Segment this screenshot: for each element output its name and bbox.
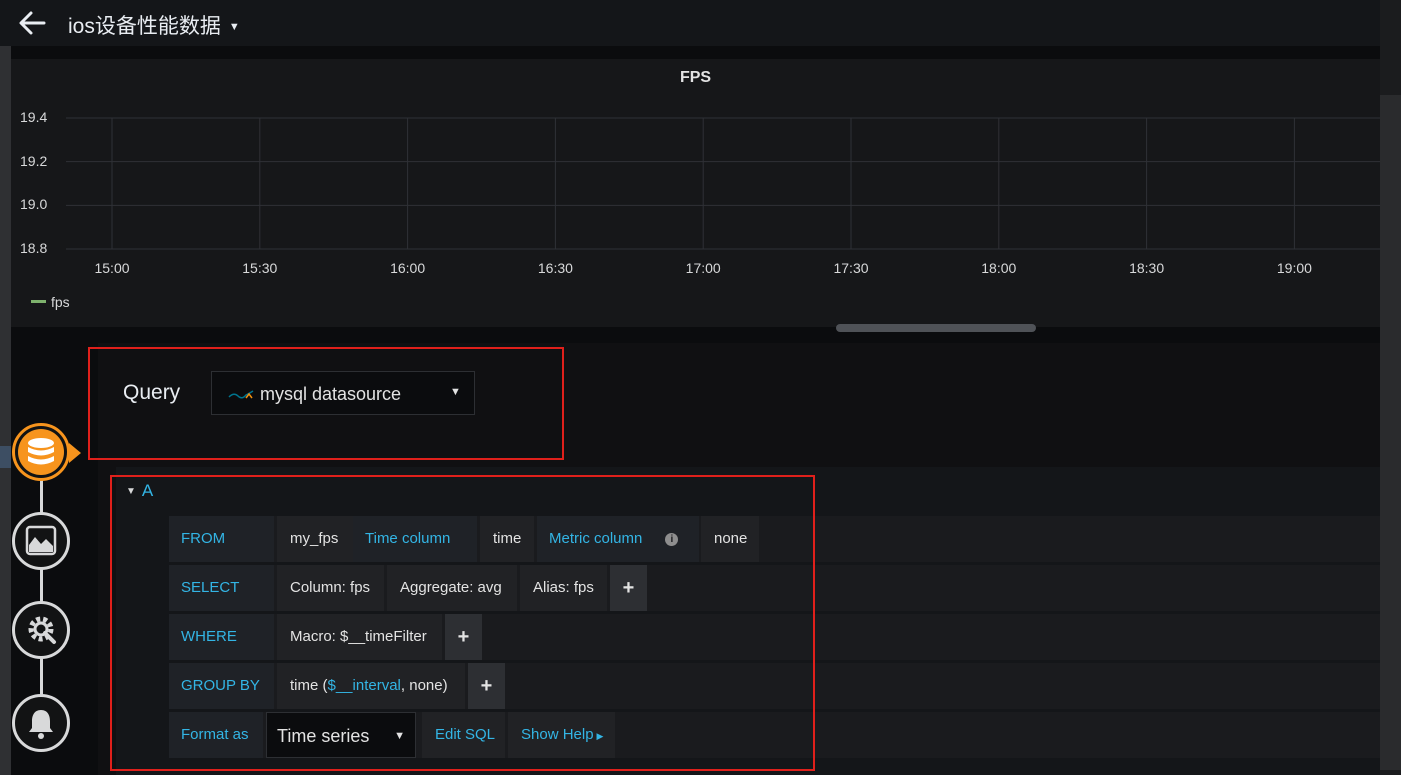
select-add-button[interactable]: + [610, 565, 647, 611]
where-row: WHERE Macro: $__timeFilter + [169, 614, 1380, 660]
top-navbar: ios设备性能数据 ▼ [0, 0, 1380, 46]
back-arrow-icon[interactable] [16, 6, 50, 40]
metric-column-label: Metric column i [537, 516, 699, 562]
edit-sql-button[interactable]: Edit SQL [422, 712, 505, 758]
x-tick-label: 17:00 [685, 260, 721, 276]
active-step-pointer [69, 443, 81, 463]
group-by-time[interactable]: time ($__interval, none) [277, 663, 465, 709]
datasource-name: mysql datasource [260, 384, 402, 404]
x-tick-label: 16:30 [537, 260, 573, 276]
select-aggregate[interactable]: Aggregate: avg [387, 565, 517, 611]
x-tick-label: 19:00 [1276, 260, 1312, 276]
left-window-edge [0, 46, 11, 775]
group-by-keyword: GROUP BY [169, 663, 274, 709]
x-tick-label: 18:30 [1129, 260, 1165, 276]
format-row: Format as Time series ▼ Edit SQL Show Hel… [169, 712, 1380, 758]
datasource-picker[interactable]: mysql datasource ▼ [211, 371, 475, 415]
select-column[interactable]: Column: fps [277, 565, 384, 611]
step-general-settings[interactable] [12, 601, 70, 659]
where-keyword: WHERE [169, 614, 274, 660]
graph-panel: FPS 19.4 19.2 19.0 18.8 15:00 15:30 16:00 16:3… [11, 59, 1380, 327]
steps-connector [40, 455, 43, 695]
show-help-button[interactable]: Show Help ▶ [508, 712, 615, 758]
collapse-caret-icon: ▼ [126, 486, 136, 497]
step-visualization[interactable] [12, 512, 70, 570]
chart-plot [66, 117, 1380, 250]
format-select[interactable]: Time series ▼ [266, 712, 416, 758]
caret-down-icon: ▼ [450, 386, 461, 398]
y-tick-label: 19.4 [20, 109, 48, 125]
legend-item-fps[interactable]: fps [31, 294, 70, 310]
info-icon[interactable]: i [665, 533, 679, 546]
where-macro[interactable]: Macro: $__timeFilter [277, 614, 442, 660]
query-ref-toggle[interactable]: ▼ A [126, 481, 153, 501]
caret-right-icon: ▶ [596, 731, 604, 741]
format-as-label: Format as [169, 712, 263, 758]
dashboard-title[interactable]: ios设备性能数据 ▼ [68, 10, 240, 40]
y-tick-label: 19.0 [20, 196, 48, 213]
time-column-value[interactable]: time [480, 516, 534, 562]
panel-resize-handle[interactable] [836, 324, 1036, 332]
group-by-row: GROUP BY time ($__interval, none) + [169, 663, 1380, 709]
x-tick-label: 17:30 [833, 260, 869, 276]
from-table[interactable]: my_fps [277, 516, 353, 562]
y-tick-label: 18.8 [20, 240, 48, 256]
right-scrollbar[interactable] [1380, 0, 1401, 775]
x-tick-label: 15:00 [94, 260, 130, 276]
caret-down-icon: ▼ [228, 21, 240, 33]
select-row: SELECT Column: fps Aggregate: avg Alias:… [169, 565, 1380, 611]
query-row-header [116, 467, 1380, 515]
group-by-add-button[interactable]: + [468, 663, 505, 709]
step-queries[interactable] [12, 423, 70, 481]
legend-swatch [31, 300, 46, 303]
metric-column-value[interactable]: none [701, 516, 759, 562]
x-tick-label: 16:00 [390, 260, 426, 276]
caret-down-icon: ▼ [394, 730, 405, 742]
from-keyword: FROM [169, 516, 274, 562]
select-alias[interactable]: Alias: fps [520, 565, 607, 611]
mysql-logo-icon [228, 390, 254, 399]
query-tab-label: Query [123, 381, 181, 404]
visualization-icon [25, 525, 57, 556]
select-keyword: SELECT [169, 565, 274, 611]
step-alert[interactable] [12, 694, 70, 752]
settings-icon [28, 616, 56, 644]
time-column-label: Time column [353, 516, 477, 562]
alert-bell-icon [29, 710, 53, 739]
from-row: FROM my_fps Time column time Metric colu… [169, 516, 1380, 562]
where-add-button[interactable]: + [445, 614, 482, 660]
x-tick-label: 15:30 [242, 260, 278, 276]
database-icon [28, 438, 54, 465]
x-tick-label: 18:00 [981, 260, 1017, 276]
y-tick-label: 19.2 [20, 152, 48, 169]
